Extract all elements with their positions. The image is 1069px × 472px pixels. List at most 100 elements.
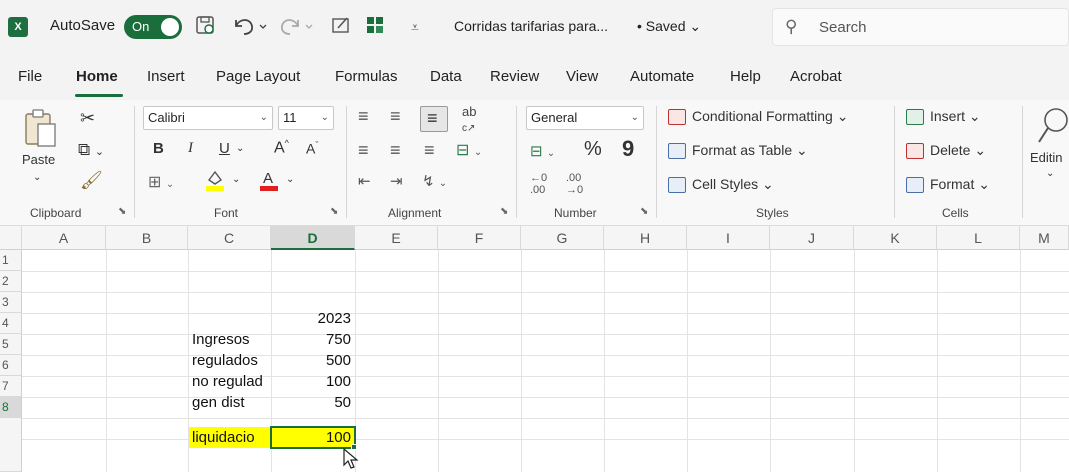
bold-button[interactable]: B	[153, 140, 164, 157]
cell-d3[interactable]: 2023	[272, 308, 355, 329]
find-icon[interactable]	[1036, 106, 1069, 149]
row-header-9[interactable]	[0, 418, 22, 472]
column-header-f[interactable]: F	[438, 226, 521, 250]
row-header-4[interactable]: 4	[0, 313, 22, 334]
editing-button[interactable]: Editin	[1030, 150, 1063, 165]
column-header-d[interactable]: D	[271, 226, 355, 250]
orientation-icon[interactable]: ab c↗	[462, 104, 476, 134]
number-launcher-icon[interactable]: ⬊	[640, 206, 648, 217]
row-header-6[interactable]: 6	[0, 355, 22, 376]
edit-icon[interactable]	[328, 14, 354, 40]
cell-d5[interactable]: 500	[272, 350, 355, 371]
format-cells-button[interactable]: Format ⌄	[906, 176, 990, 194]
save-icon[interactable]	[192, 14, 218, 40]
cell-d4[interactable]: 750	[272, 329, 355, 350]
column-header-a[interactable]: A	[22, 226, 106, 250]
tab-data[interactable]: Data	[430, 68, 462, 85]
underline-button[interactable]: U	[219, 140, 230, 157]
decrease-indent-icon[interactable]: ⇤	[358, 172, 371, 190]
percent-button[interactable]: %	[584, 138, 602, 161]
file-name[interactable]: Corridas tarifarias para...	[454, 18, 608, 34]
column-header-b[interactable]: B	[106, 226, 188, 250]
cell-c8[interactable]: liquidacio	[189, 427, 271, 448]
currency-icon[interactable]: ⊟ ⌄	[530, 142, 555, 160]
form-icon[interactable]	[362, 14, 388, 40]
tab-help[interactable]: Help	[730, 68, 761, 85]
align-center-icon[interactable]: ≡	[390, 140, 401, 161]
undo-icon[interactable]	[228, 14, 272, 40]
column-header-e[interactable]: E	[355, 226, 438, 250]
customize-toolbar-icon[interactable]: ⩡	[406, 14, 424, 40]
format-as-table-button[interactable]: Format as Table ⌄	[668, 142, 808, 160]
font-color-icon[interactable]: A	[258, 168, 280, 195]
row-header-7[interactable]: 7	[0, 376, 22, 397]
align-middle-icon[interactable]: ≡	[390, 106, 401, 127]
borders-icon[interactable]: ⊞ ⌄	[148, 172, 174, 192]
column-header-h[interactable]: H	[604, 226, 687, 250]
search-box[interactable]: ⚲ Search	[772, 8, 1069, 46]
column-header-j[interactable]: J	[770, 226, 854, 250]
column-header-g[interactable]: G	[521, 226, 604, 250]
font-name-select[interactable]: Calibri ⌄	[143, 106, 273, 130]
align-top-icon[interactable]: ≡	[358, 106, 369, 127]
select-all-corner[interactable]	[0, 226, 22, 250]
tab-view[interactable]: View	[566, 68, 598, 85]
insert-cells-button[interactable]: Insert ⌄	[906, 108, 981, 126]
clipboard-launcher-icon[interactable]: ⬊	[118, 206, 126, 217]
tab-review[interactable]: Review	[490, 68, 539, 85]
comma-style-button[interactable]: 9	[622, 136, 634, 162]
tab-home[interactable]: Home	[76, 68, 118, 85]
column-header-i[interactable]: I	[687, 226, 770, 250]
column-header-k[interactable]: K	[854, 226, 937, 250]
align-right-icon[interactable]: ≡	[424, 140, 435, 161]
editing-dropdown-icon[interactable]: ⌄	[1046, 168, 1054, 179]
alignment-launcher-icon[interactable]: ⬊	[500, 206, 508, 217]
increase-indent-icon[interactable]: ⇥	[390, 172, 403, 190]
row-header-1[interactable]: 1	[0, 250, 22, 271]
font-launcher-icon[interactable]: ⬊	[330, 206, 338, 217]
increase-decimal-icon[interactable]: ←0.00	[530, 172, 547, 196]
row-header-3[interactable]: 3	[0, 292, 22, 313]
wrap-text-icon[interactable]: ↯ ⌄	[422, 172, 447, 190]
saved-status[interactable]: • Saved ⌄	[637, 18, 701, 35]
paste-dropdown-icon[interactable]: ⌄	[33, 172, 41, 183]
number-format-select[interactable]: General ⌄	[526, 106, 644, 130]
cell-c7[interactable]: gen dist	[189, 392, 271, 413]
font-size-select[interactable]: 11 ⌄	[278, 106, 334, 130]
tab-automate[interactable]: Automate	[630, 68, 694, 85]
format-painter-icon[interactable]: 🖌	[80, 170, 103, 191]
cell-styles-button[interactable]: Cell Styles ⌄	[668, 176, 774, 194]
fill-color-icon[interactable]	[204, 168, 226, 195]
row-header-5[interactable]: 5	[0, 334, 22, 355]
font-color-dropdown-icon[interactable]: ⌄	[286, 174, 294, 185]
cell-c4[interactable]: Ingresos	[189, 329, 271, 350]
row-header-8[interactable]: 8	[0, 397, 22, 418]
copy-icon[interactable]: ⧉ ⌄	[78, 140, 104, 160]
decrease-decimal-icon[interactable]: .00 →0	[566, 172, 583, 196]
underline-dropdown-icon[interactable]: ⌄	[236, 143, 244, 154]
column-header-l[interactable]: L	[937, 226, 1020, 250]
column-header-c[interactable]: C	[188, 226, 271, 250]
column-header-m[interactable]: M	[1020, 226, 1069, 250]
fill-color-dropdown-icon[interactable]: ⌄	[232, 174, 240, 185]
tab-formulas[interactable]: Formulas	[335, 68, 398, 85]
tab-file[interactable]: File	[18, 68, 42, 85]
conditional-formatting-button[interactable]: Conditional Formatting ⌄	[668, 108, 848, 126]
cut-icon[interactable]: ✂	[80, 108, 95, 129]
paste-icon[interactable]	[22, 108, 58, 153]
tab-page-layout[interactable]: Page Layout	[216, 68, 300, 85]
decrease-font-icon[interactable]: Aˇ	[306, 140, 318, 157]
align-left-icon[interactable]: ≡	[358, 140, 369, 161]
align-bottom-button[interactable]: ≡	[420, 106, 448, 132]
delete-cells-button[interactable]: Delete ⌄	[906, 142, 986, 160]
tab-acrobat[interactable]: Acrobat	[790, 68, 842, 85]
increase-font-icon[interactable]: A^	[274, 138, 289, 157]
search-input[interactable]: Search	[819, 19, 867, 36]
merge-center-icon[interactable]: ⊟ ⌄	[456, 140, 482, 160]
cell-c6[interactable]: no regulad	[189, 371, 271, 392]
italic-button[interactable]: I	[188, 140, 193, 157]
cell-d7[interactable]: 50	[272, 392, 355, 413]
cell-d6[interactable]: 100	[272, 371, 355, 392]
autosave-toggle[interactable]: On	[124, 15, 182, 39]
row-header-2[interactable]: 2	[0, 271, 22, 292]
